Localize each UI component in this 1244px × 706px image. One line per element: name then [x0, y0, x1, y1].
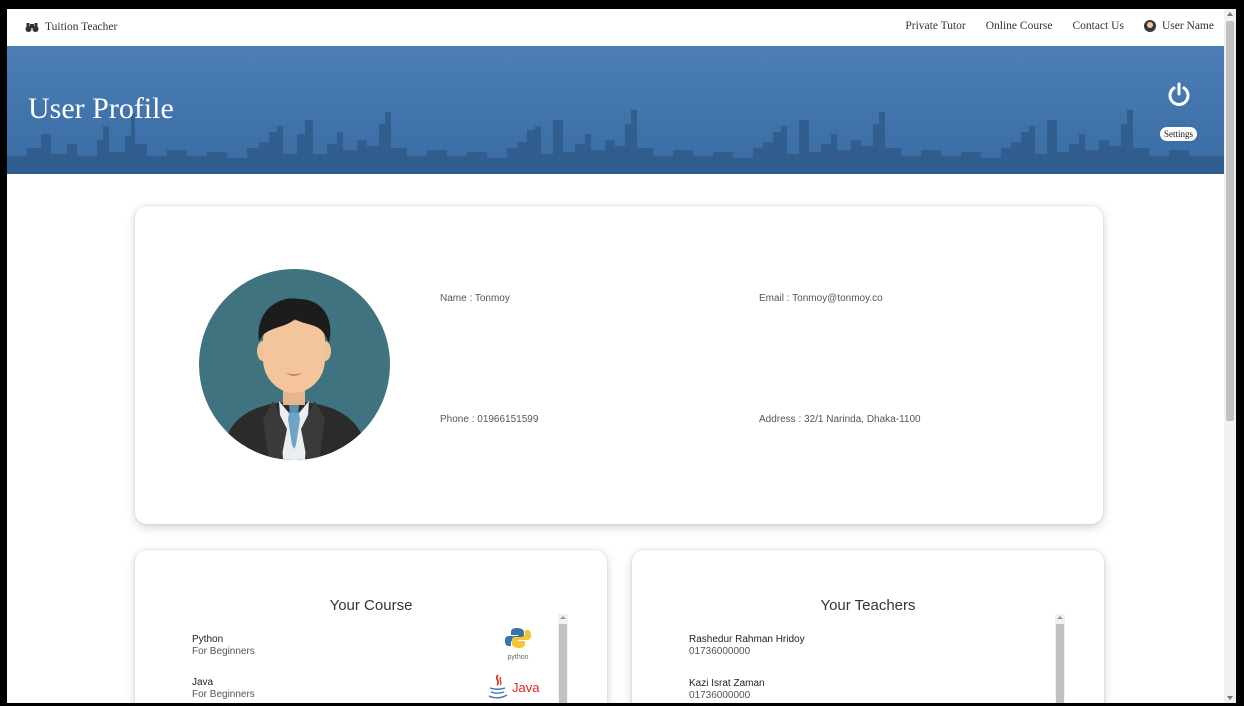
- brand-name: Tuition Teacher: [45, 21, 118, 33]
- city-skyline-graphic: [7, 110, 1224, 174]
- teacher-phone: 01736000000: [689, 646, 751, 657]
- your-teachers-card: Your Teachers Rashedur Rahman Hridoy 017…: [632, 550, 1104, 703]
- nav-link-private-tutor[interactable]: Private Tutor: [905, 20, 965, 32]
- browser-frame: Tuition Teacher Private Tutor Online Cou…: [7, 9, 1236, 703]
- course-list-scrollbar[interactable]: [558, 614, 568, 703]
- scroll-down-arrow-icon[interactable]: [1227, 696, 1233, 700]
- scroll-up-arrow-icon[interactable]: [1227, 12, 1233, 16]
- profile-email: Email : Tonmoy@tonmoy.co: [759, 293, 883, 304]
- teacher-list-scrollbar[interactable]: [1055, 614, 1065, 703]
- profile-phone: Phone : 01966151599: [440, 414, 539, 425]
- page-viewport: Tuition Teacher Private Tutor Online Cou…: [7, 9, 1224, 703]
- course-name: Python: [192, 634, 224, 645]
- teacher-item[interactable]: Kazi Israt Zaman 01736000000: [689, 678, 765, 702]
- user-name: User Name: [1161, 20, 1214, 32]
- profile-card: Name : Tonmoy Email : Tonmoy@tonmoy.co P…: [135, 206, 1103, 524]
- nav-links: Private Tutor Online Course Contact Us U…: [905, 20, 1214, 32]
- course-level: For Beginners: [192, 689, 255, 700]
- teacher-name: Rashedur Rahman Hridoy: [689, 634, 805, 645]
- teacher-item[interactable]: Rashedur Rahman Hridoy 01736000000: [689, 634, 805, 658]
- course-item[interactable]: Python For Beginners: [192, 634, 255, 658]
- java-logo-icon: Java: [487, 672, 547, 702]
- settings-button[interactable]: Settings: [1160, 127, 1198, 141]
- scrollbar-thumb[interactable]: [1226, 21, 1234, 421]
- top-navbar: Tuition Teacher Private Tutor Online Cou…: [7, 9, 1224, 46]
- profile-avatar: [199, 269, 390, 460]
- user-menu[interactable]: User Name: [1143, 20, 1214, 32]
- course-card-title: Your Course: [329, 597, 413, 614]
- profile-banner: User Profile Settings: [7, 46, 1224, 174]
- brand[interactable]: Tuition Teacher: [25, 21, 117, 33]
- course-item[interactable]: Java For Beginners: [192, 677, 255, 701]
- user-avatar-icon: [1143, 20, 1156, 32]
- course-name: Java: [192, 677, 214, 688]
- course-level: For Beginners: [192, 646, 255, 657]
- teacher-name: Kazi Israt Zaman: [689, 678, 765, 689]
- java-logo-text: Java: [512, 679, 540, 695]
- profile-address: Address : 32/1 Narinda, Dhaka-1100: [759, 414, 921, 425]
- binoculars-icon: [25, 23, 39, 32]
- your-course-card: Your Course Python For Beginners python …: [135, 550, 607, 703]
- power-icon[interactable]: [1166, 82, 1192, 108]
- teachers-card-title: Your Teachers: [820, 597, 916, 614]
- page-scrollbar[interactable]: [1224, 9, 1236, 703]
- page-title: User Profile: [28, 92, 174, 125]
- nav-link-online-course[interactable]: Online Course: [986, 20, 1053, 32]
- teacher-phone: 01736000000: [689, 690, 751, 701]
- python-logo-icon: python: [501, 626, 535, 661]
- python-logo-text: python: [507, 654, 529, 661]
- profile-name: Name : Tonmoy: [440, 293, 510, 304]
- nav-link-contact-us[interactable]: Contact Us: [1073, 20, 1124, 32]
- businessman-avatar-icon: [221, 298, 369, 460]
